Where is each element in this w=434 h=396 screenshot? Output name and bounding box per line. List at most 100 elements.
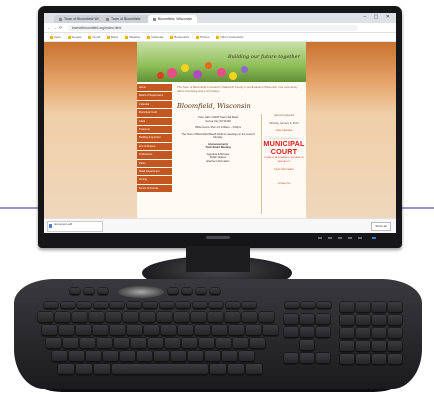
nav-item[interactable]: Treasurer (137, 125, 172, 134)
media-key[interactable] (84, 288, 94, 295)
function-key[interactable] (301, 302, 315, 309)
nav-item[interactable]: Zoning (137, 176, 172, 184)
numpad-key[interactable] (356, 328, 370, 339)
function-key[interactable] (192, 302, 207, 309)
monitor-button[interactable] (328, 237, 332, 239)
keyboard-key[interactable] (242, 312, 257, 323)
keyboard-key[interactable] (86, 351, 101, 362)
keyboard-key[interactable] (144, 325, 159, 336)
keyboard-key[interactable] (171, 351, 186, 362)
browser-tab[interactable]: Town of Bloomfield (101, 15, 150, 23)
media-key[interactable] (210, 288, 220, 295)
zoom-slider[interactable] (118, 286, 164, 298)
keyboard-key[interactable] (216, 338, 231, 349)
function-key[interactable] (242, 302, 256, 309)
numpad-key[interactable] (340, 328, 354, 339)
keyboard-key[interactable] (76, 364, 92, 375)
function-key[interactable] (176, 302, 190, 309)
bookmark[interactable]: Other bookmarks (216, 33, 243, 41)
monitor-button[interactable] (348, 237, 352, 239)
media-key[interactable] (168, 288, 178, 295)
navigation-key[interactable] (316, 327, 330, 338)
bookmark[interactable]: Weather (125, 33, 140, 41)
numpad-key[interactable] (372, 341, 386, 352)
keyboard-key[interactable] (229, 325, 244, 336)
numpad-key[interactable] (388, 341, 402, 352)
keyboard-key[interactable] (239, 351, 254, 362)
keyboard-key[interactable] (263, 325, 278, 336)
keyboard-key[interactable] (178, 325, 193, 336)
nav-item[interactable]: Ordinances (137, 151, 172, 159)
function-key[interactable] (317, 302, 331, 309)
keyboard-key[interactable] (63, 338, 78, 349)
keyboard-key[interactable] (58, 364, 74, 375)
keyboard-key[interactable] (127, 325, 142, 336)
keyboard-key[interactable] (250, 338, 265, 349)
keyboard-key[interactable] (38, 312, 53, 323)
keyboard-key[interactable] (110, 325, 125, 336)
keyboard-key[interactable] (103, 351, 118, 362)
keyboard-key[interactable] (259, 312, 274, 323)
numpad-key[interactable] (388, 302, 402, 313)
keyboard-key[interactable] (52, 351, 67, 362)
nav-item[interactable]: Home (137, 84, 172, 92)
numpad-key[interactable] (340, 302, 354, 313)
contact-link[interactable]: Contact Us (263, 182, 305, 186)
keyboard-key[interactable] (80, 338, 95, 349)
court-link[interactable]: Court Information (263, 168, 305, 172)
keyboard-key[interactable] (59, 325, 74, 336)
media-key[interactable] (98, 288, 108, 295)
bookmark[interactable]: Apps (50, 33, 61, 41)
keyboard-key[interactable] (46, 338, 61, 349)
municipal-court-heading[interactable]: MUNICIPAL COURT (263, 140, 305, 156)
show-all-button[interactable]: Show all (371, 222, 391, 231)
window-controls[interactable]: – ▢ ✕ (364, 14, 393, 20)
keyboard-key[interactable] (131, 338, 146, 349)
nav-item[interactable]: Fire & Rescue (137, 142, 172, 151)
navigation-key[interactable] (316, 314, 330, 325)
keyboard-key[interactable] (69, 351, 84, 362)
numpad-key[interactable] (372, 315, 386, 326)
numpad-key[interactable] (340, 354, 354, 365)
keyboard-key[interactable] (76, 325, 91, 336)
keyboard-key[interactable] (233, 338, 248, 349)
keyboard-key[interactable] (114, 338, 129, 349)
navigation-key[interactable] (284, 327, 298, 338)
arrow-key[interactable] (300, 353, 314, 364)
nav-item[interactable]: Clerk (137, 117, 172, 125)
back-icon[interactable]: ← (47, 25, 51, 30)
numpad-key[interactable] (388, 354, 402, 365)
keyboard-key[interactable] (191, 312, 206, 323)
bookmark[interactable]: Gmail (88, 33, 100, 41)
keyboard-key[interactable] (210, 364, 226, 375)
keyboard-key[interactable] (208, 312, 223, 323)
browser-tab-active[interactable]: Bloomfield, Wisconsin (148, 15, 197, 23)
function-key[interactable] (93, 302, 108, 309)
keyboard-key[interactable] (205, 351, 220, 362)
keyboard-key[interactable] (161, 325, 176, 336)
keyboard-key[interactable] (157, 312, 172, 323)
keyboard-key[interactable] (120, 351, 135, 362)
function-key[interactable] (225, 302, 240, 309)
numpad-key[interactable] (356, 354, 370, 365)
numpad-key[interactable] (356, 315, 370, 326)
numpad-key[interactable] (388, 328, 402, 339)
media-key[interactable] (196, 288, 206, 295)
navigation-key[interactable] (300, 327, 314, 338)
browser-tab[interactable]: Town of Bloomfield WI (54, 15, 103, 23)
nav-item[interactable]: Building Inspection (137, 134, 172, 142)
keyboard-key[interactable] (148, 338, 163, 349)
numpad-key[interactable] (340, 341, 354, 352)
keyboard-key[interactable] (165, 338, 180, 349)
numpad-key[interactable] (372, 302, 386, 313)
function-key[interactable] (143, 302, 157, 309)
navigation-key[interactable] (284, 314, 298, 325)
keyboard-key[interactable] (199, 338, 214, 349)
power-button[interactable] (372, 237, 376, 239)
numpad-key[interactable] (356, 302, 370, 313)
function-key[interactable] (44, 302, 58, 309)
arrow-key[interactable] (300, 340, 314, 351)
nav-item[interactable]: Parks (137, 159, 172, 167)
keyboard-key[interactable] (174, 312, 189, 323)
nav-item[interactable]: Board of Supervisors (137, 92, 172, 100)
